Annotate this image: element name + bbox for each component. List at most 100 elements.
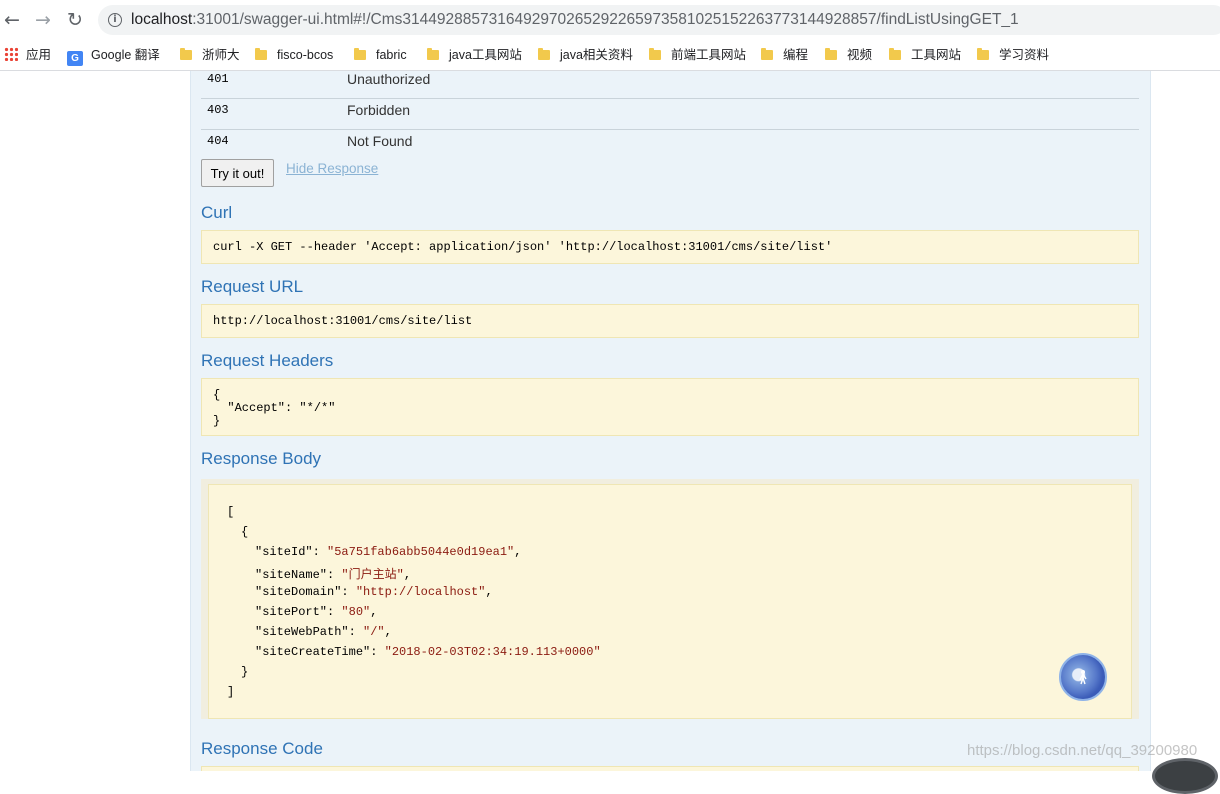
bookmark-folder[interactable]: 工具网站 bbox=[889, 45, 961, 65]
corner-widget[interactable] bbox=[1152, 758, 1218, 794]
folder-icon bbox=[354, 48, 366, 60]
json-close-brace: } bbox=[241, 665, 249, 679]
json-key: "sitePort" bbox=[255, 605, 328, 619]
bookmark-label: 应用 bbox=[26, 48, 52, 62]
figure-icon bbox=[1079, 670, 1087, 685]
request-url-title: Request URL bbox=[201, 277, 304, 296]
json-open-brace: { bbox=[241, 525, 249, 539]
request-url-block: http://localhost:31001/cms/site/list bbox=[201, 304, 1139, 338]
bookmark-folder[interactable]: 学习资料 bbox=[977, 45, 1049, 65]
reload-icon[interactable]: ↻ bbox=[63, 8, 87, 32]
bookmark-folder[interactable]: fabric bbox=[354, 45, 407, 65]
back-icon[interactable]: ← bbox=[0, 8, 24, 32]
json-field: "siteDomain": "http://localhost", bbox=[255, 585, 493, 599]
response-code-title: Response Code bbox=[201, 739, 323, 758]
bookmark-label: 浙师大 bbox=[202, 48, 240, 62]
folder-icon bbox=[255, 48, 267, 60]
url-host: localhost bbox=[131, 11, 193, 28]
hide-response-link[interactable]: Hide Response bbox=[286, 161, 378, 176]
json-key: "siteCreateTime" bbox=[255, 645, 371, 659]
status-code: 403 bbox=[207, 103, 229, 117]
response-body-block: [ { "siteId": "5a751fab6abb5044e0d19ea1"… bbox=[208, 484, 1132, 719]
curl-block: curl -X GET --header 'Accept: applicatio… bbox=[201, 230, 1139, 264]
json-value: "http://localhost" bbox=[355, 585, 486, 599]
folder-icon bbox=[889, 48, 901, 60]
bookmark-label: 工具网站 bbox=[911, 48, 962, 62]
json-value: "/" bbox=[363, 625, 385, 639]
bookmark-label: Google 翻译 bbox=[91, 48, 160, 62]
response-body-title: Response Body bbox=[201, 449, 322, 468]
address-bar[interactable]: i localhost:31001/swagger-ui.html#!/Cms3… bbox=[98, 5, 1220, 35]
response-body-container: [ { "siteId": "5a751fab6abb5044e0d19ea1"… bbox=[201, 479, 1139, 719]
bookmark-label: fabric bbox=[376, 48, 407, 62]
response-status-row: 401 Unauthorized bbox=[201, 71, 1139, 99]
bookmark-label: java相关资料 bbox=[560, 48, 633, 62]
json-field: "siteId": "5a751fab6abb5044e0d19ea1", bbox=[255, 545, 522, 559]
response-code-block bbox=[201, 766, 1139, 771]
bookmark-apps[interactable]: 应用 bbox=[4, 45, 51, 65]
bookmark-folder[interactable]: 浙师大 bbox=[180, 45, 240, 65]
url-text: localhost:31001/swagger-ui.html#!/Cms314… bbox=[131, 11, 1019, 29]
folder-icon bbox=[761, 48, 773, 60]
status-code: 404 bbox=[207, 134, 229, 148]
bookmark-folder[interactable]: 前端工具网站 bbox=[649, 45, 746, 65]
response-status-row: 403 Forbidden bbox=[201, 99, 1139, 130]
url-path: :31001/swagger-ui.html#!/Cms314492885731… bbox=[192, 11, 1019, 28]
watermark-text: https://blog.csdn.net/qq_39200980 bbox=[967, 742, 1198, 759]
google-translate-icon: G bbox=[67, 51, 83, 66]
request-headers-block: { "Accept": "*/*" } bbox=[201, 378, 1139, 436]
folder-icon bbox=[538, 48, 550, 60]
json-value: "2018-02-03T02:34:19.113+0000" bbox=[384, 645, 601, 659]
try-it-out-button[interactable]: Try it out! bbox=[201, 159, 274, 187]
json-field: "siteName": "门户主站", bbox=[255, 568, 412, 582]
json-open-bracket: [ bbox=[227, 505, 235, 519]
bookmark-label: java工具网站 bbox=[449, 48, 522, 62]
bookmark-label: 编程 bbox=[783, 48, 809, 62]
request-url-value: http://localhost:31001/cms/site/list bbox=[213, 314, 473, 328]
status-code: 401 bbox=[207, 72, 229, 86]
floating-avatar-button[interactable] bbox=[1059, 653, 1107, 701]
json-key: "siteId" bbox=[255, 545, 313, 559]
folder-icon bbox=[427, 48, 439, 60]
bookmark-label: fisco-bcos bbox=[277, 48, 334, 62]
json-close-bracket: ] bbox=[227, 685, 235, 699]
bookmarks-bar: 应用 G Google 翻译 浙师大 fisco-bcos fabric java… bbox=[0, 40, 1220, 71]
folder-icon bbox=[649, 48, 661, 60]
json-value: "5a751fab6abb5044e0d19ea1" bbox=[327, 545, 515, 559]
json-key: "siteName" bbox=[255, 568, 328, 582]
headers-line: "Accept": "*/*" bbox=[213, 401, 336, 415]
bookmark-label: 视频 bbox=[847, 48, 873, 62]
bookmark-folder[interactable]: 编程 bbox=[761, 45, 808, 65]
folder-icon bbox=[180, 48, 192, 60]
info-icon[interactable]: i bbox=[108, 13, 122, 27]
bookmark-folder[interactable]: 视频 bbox=[825, 45, 872, 65]
bookmark-google-translate[interactable]: G Google 翻译 bbox=[67, 45, 160, 66]
response-status-row: 404 Not Found bbox=[201, 130, 1139, 160]
folder-icon bbox=[977, 48, 989, 60]
status-reason: Not Found bbox=[347, 133, 413, 149]
json-field: "siteCreateTime": "2018-02-03T02:34:19.1… bbox=[255, 645, 601, 659]
status-reason: Forbidden bbox=[347, 102, 411, 118]
status-reason: Unauthorized bbox=[347, 71, 431, 87]
folder-icon bbox=[825, 48, 837, 60]
headers-line: { bbox=[213, 388, 221, 402]
forward-icon[interactable]: → bbox=[31, 8, 55, 32]
bookmark-label: 学习资料 bbox=[999, 48, 1050, 62]
bookmark-folder[interactable]: java工具网站 bbox=[427, 45, 522, 65]
json-key: "siteDomain" bbox=[255, 585, 342, 599]
request-headers-title: Request Headers bbox=[201, 351, 334, 370]
browser-toolbar: ← → ↻ i localhost:31001/swagger-ui.html#… bbox=[0, 0, 1220, 40]
json-field: "siteWebPath": "/", bbox=[255, 625, 392, 639]
json-value: "门户主站" bbox=[341, 568, 404, 582]
json-value: "80" bbox=[341, 605, 371, 619]
swagger-operation-panel: 401 Unauthorized 403 Forbidden 404 Not F… bbox=[190, 71, 1151, 771]
bookmark-label: 前端工具网站 bbox=[671, 48, 747, 62]
apps-icon bbox=[4, 47, 18, 61]
json-field: "sitePort": "80", bbox=[255, 605, 378, 619]
bookmark-folder[interactable]: java相关资料 bbox=[538, 45, 633, 65]
curl-title: Curl bbox=[201, 203, 233, 222]
bookmark-folder[interactable]: fisco-bcos bbox=[255, 45, 333, 65]
json-key: "siteWebPath" bbox=[255, 625, 349, 639]
headers-line: } bbox=[213, 414, 221, 428]
curl-command: curl -X GET --header 'Accept: applicatio… bbox=[213, 240, 833, 254]
